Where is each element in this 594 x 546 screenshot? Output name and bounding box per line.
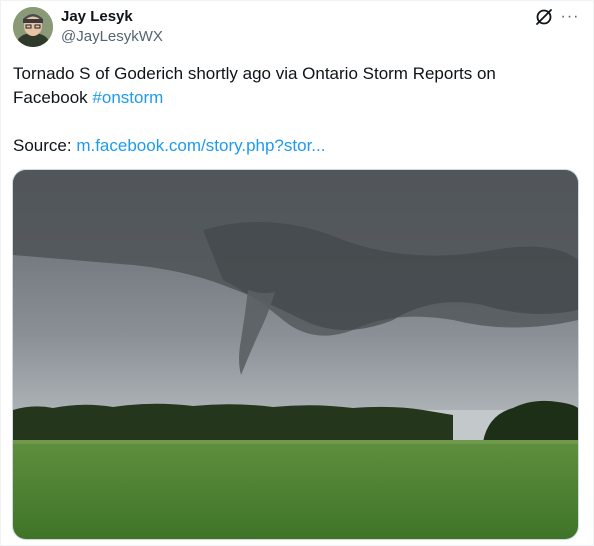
hashtag-link[interactable]: #onstorm <box>92 88 163 107</box>
tweet-text: Tornado S of Goderich shortly ago via On… <box>13 62 573 109</box>
tweet-photo[interactable] <box>12 169 579 540</box>
source-link[interactable]: m.facebook.com/story.php?stor... <box>76 136 325 155</box>
more-icon[interactable]: ··· <box>559 7 581 27</box>
tweet-body: Tornado S of Goderich shortly ago via On… <box>13 64 496 107</box>
grok-icon[interactable] <box>534 7 554 27</box>
source-prefix: Source: <box>13 136 72 155</box>
source-line: Source: m.facebook.com/story.php?stor... <box>13 134 325 158</box>
author-display-name[interactable]: Jay Lesyk <box>61 7 133 27</box>
tweet-card: Jay Lesyk @JayLesykWX ··· Tornado S of G… <box>0 0 594 546</box>
author-handle[interactable]: @JayLesykWX <box>61 27 163 47</box>
avatar[interactable] <box>13 7 53 47</box>
